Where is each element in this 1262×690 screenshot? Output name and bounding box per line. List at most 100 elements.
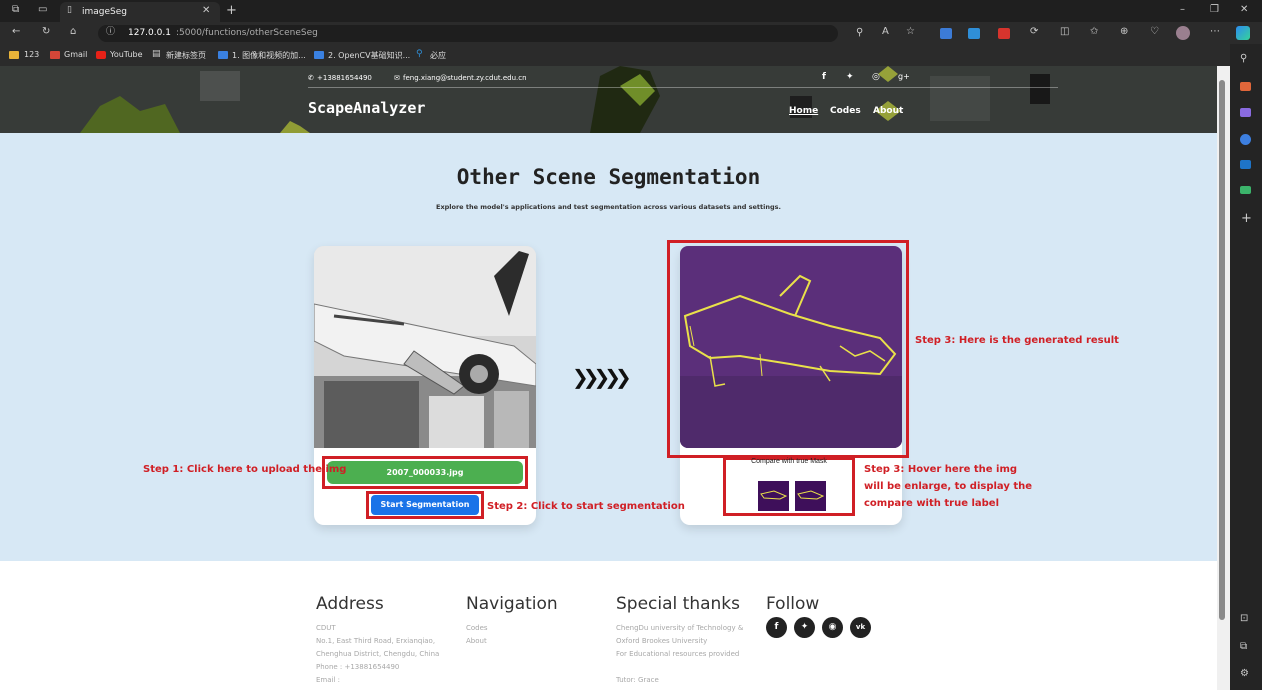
refresh-icon[interactable]: ↻ [42,27,50,37]
phone-icon: ✆ [308,74,314,82]
scrollbar-thumb[interactable] [1219,80,1225,620]
split-screen-icon[interactable]: ◫ [1060,27,1069,37]
web-page: ✆ +13881654490 ✉ feng.xiang@student.zy.c… [0,66,1217,690]
browser-sidebar: ⚲ + ⊡ ⧉ ⚙ [1230,44,1262,690]
footer-follow-title: Follow [766,594,820,614]
thanks-line: Tutor: Grace [616,676,659,684]
workspaces-icon[interactable]: ⧉ [12,5,19,15]
close-window-icon[interactable]: ✕ [1240,5,1248,15]
browser-tab-bar: ⧉ ▭ ▯ imageSeg ✕ + – ❐ ✕ [0,0,1262,22]
step3-compare-highlight [723,457,855,516]
footer-address: CDUT No.1, East Third Road, Erxianqiao, … [316,622,439,687]
footer: Address CDUT No.1, East Third Road, Erxi… [0,561,1217,690]
bookmark-item[interactable]: 必应 [430,50,446,61]
compare-label: Compare with true Mask [751,458,827,465]
input-image-airplane [314,246,536,448]
googleplus-icon[interactable]: g+ [898,72,910,81]
bookmark-site-icon [314,51,324,59]
facebook-icon[interactable]: f [822,72,826,82]
shopping-icon[interactable] [1240,82,1251,91]
close-tab-icon[interactable]: ✕ [202,6,210,16]
bookmark-item[interactable]: Gmail [64,50,87,59]
address-line: Chenghua District, Chengdu, China [316,650,440,658]
predicted-mask-thumbnail[interactable] [758,481,789,511]
main-section: Other Scene Segmentation Explore the mod… [0,133,1217,561]
bookmark-item[interactable]: YouTube [110,50,143,59]
favorites-icon[interactable]: ✩ [1090,27,1098,37]
extension-icon-3[interactable] [998,28,1010,39]
nav-about[interactable]: About [873,106,903,116]
footer-navigation-title: Navigation [466,594,558,614]
external-icon[interactable]: ⧉ [1240,642,1247,652]
true-mask-thumbnail[interactable] [795,481,826,511]
annotation-step3-result: Step 3: Here is the generated result [915,335,1119,346]
restore-icon[interactable]: ❐ [1210,5,1219,15]
favorite-star-icon[interactable]: ☆ [906,27,915,37]
back-icon[interactable]: ← [12,27,20,37]
nav-home[interactable]: Home [789,106,818,116]
bookmark-item[interactable]: 新建标签页 [166,50,206,61]
copilot-icon[interactable] [1236,26,1250,40]
banner-background-art [0,66,1217,133]
url-field[interactable]: ⓘ 127.0.0.1 :5000/functions/otherSceneSe… [98,25,863,42]
add-icon[interactable]: + [1241,212,1252,225]
thanks-line: For Educational resources provided [616,650,740,658]
nav-codes[interactable]: Codes [830,106,861,116]
page-icon: ▤ [152,49,161,59]
segmentation-result-image [680,246,902,448]
more-menu-icon[interactable]: ⋯ [1210,27,1220,37]
youtube-icon [96,51,106,59]
home-icon[interactable]: ⌂ [70,27,76,37]
file-upload-button[interactable]: 2007_000033.jpg [327,461,523,484]
site-logo[interactable]: ScapeAnalyzer [308,99,425,117]
browser-tab[interactable]: ▯ imageSeg ✕ [60,2,220,22]
header-email[interactable]: feng.xiang@student.zy.cdut.edu.cn [403,74,527,82]
games-icon[interactable] [1240,134,1251,145]
zoom-icon[interactable]: ⚲ [856,28,863,38]
header-divider [308,87,1058,88]
footer-link-codes[interactable]: Codes [466,622,488,635]
profile-avatar[interactable] [1176,26,1190,40]
facebook-icon[interactable]: f [766,617,787,638]
twitter-icon[interactable]: ✦ [846,72,854,82]
footer-thanks: ChengDu university of Technology & Oxfor… [616,622,743,687]
minimize-icon[interactable]: – [1180,5,1185,15]
outlook-icon[interactable] [1240,160,1251,169]
new-tab-icon[interactable]: + [226,4,237,17]
twitter-icon[interactable]: ✦ [794,617,815,638]
address-line: Phone : +13881654490 [316,663,400,671]
url-host: 127.0.0.1 [128,28,171,38]
page-icon: ▯ [67,5,72,15]
footer-link-about[interactable]: About [466,635,488,648]
mail-icon: ✉ [394,74,400,82]
gmail-icon [50,51,60,59]
search-icon[interactable]: ⚲ [1240,54,1247,64]
bookmark-item[interactable]: 2. OpenCV基础知识... [328,50,410,61]
vk-icon[interactable]: vk [850,617,871,638]
footer-thanks-title: Special thanks [616,594,740,614]
footer-address-title: Address [316,594,384,614]
bookmark-item[interactable]: 123 [24,50,39,59]
screenshot-icon[interactable]: ⊡ [1240,614,1248,624]
send-icon[interactable] [1240,186,1251,194]
bookmark-item[interactable]: 1. 图像和视频的加... [232,50,306,61]
performance-icon[interactable]: ♡ [1150,27,1159,37]
bookmarks-bar: 123 Gmail YouTube ▤ 新建标签页 1. 图像和视频的加... … [0,44,1262,66]
extension-icon-2[interactable] [968,28,980,39]
dribbble-icon[interactable]: ◎ [872,72,880,82]
extension-icon[interactable] [940,28,952,39]
settings-gear-icon[interactable]: ⚙ [1240,669,1249,679]
thanks-spacer [616,661,743,674]
extensions-icon[interactable]: ⟳ [1030,27,1038,37]
tab-actions-icon[interactable]: ▭ [38,5,47,15]
read-aloud-icon[interactable]: A [882,27,889,37]
tools-icon[interactable] [1240,108,1251,117]
site-info-icon[interactable]: ⓘ [106,28,115,37]
rss-icon[interactable]: ◉ [822,617,843,638]
collections-icon[interactable]: ⊕ [1120,27,1128,37]
address-line: No.1, East Third Road, Erxianqiao, [316,637,436,645]
annotation-step3-hover-line3: compare with true label [864,498,1000,509]
tab-title: imageSeg [82,7,127,17]
annotation-step2: Step 2: Click to start segmentation [487,501,685,512]
start-segmentation-button[interactable]: Start Segmentation [371,495,479,515]
